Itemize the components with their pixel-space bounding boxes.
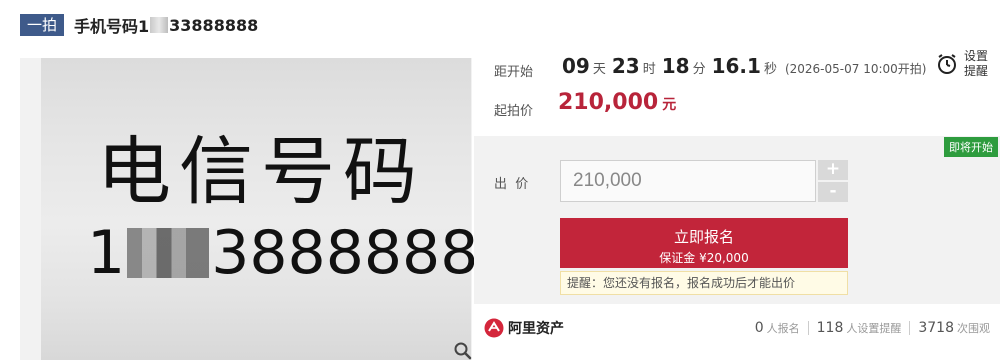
countdown-label: 距开始 [494, 65, 534, 80]
photo-text-line1: 电信号码 [97, 129, 425, 215]
product-photo[interactable]: 电信号码 1 3888888 [41, 58, 478, 360]
reminders-label: 人设置提醒 [846, 322, 902, 335]
stats-bar: 阿里资产 0 人报名 118 人设置提醒 3718 次围观 [474, 308, 1000, 348]
countdown-seconds-unit: 秒 [763, 62, 777, 77]
alarm-clock-icon [938, 54, 956, 74]
stats-divider [807, 321, 809, 335]
countdown-hours: 23 [611, 54, 640, 78]
register-now-button[interactable]: 立即报名 保证金 ¥20,000 [560, 218, 848, 268]
views-count: 3718 [918, 320, 954, 336]
countdown-seconds: 16.1 [711, 54, 761, 78]
countdown-hours-unit: 时 [642, 62, 656, 77]
bid-amount-input[interactable]: 210,000 [560, 160, 816, 202]
start-price: 210,000 元 [558, 90, 676, 115]
start-time-note: (2026-05-07 10:00开拍) [784, 62, 927, 76]
signups-count: 0 [754, 320, 764, 336]
bid-panel: 即将开始 出 价 210,000 + - 立即报名 保证金 ¥20,000 提醒… [474, 136, 1000, 304]
start-price-label: 起拍价 [494, 104, 534, 119]
countdown-minutes: 18 [661, 54, 690, 78]
signups-label: 人报名 [766, 322, 800, 335]
product-image-area[interactable]: 电信号码 1 3888888 [20, 58, 478, 360]
reminders-count: 118 [816, 320, 844, 336]
stats-divider [909, 321, 911, 335]
round-badge: 一拍 [20, 14, 65, 36]
deposit-label: 保证金 ¥20,000 [659, 251, 749, 265]
increase-bid-button[interactable]: + [818, 160, 848, 180]
registration-notice: 提醒：您还没有报名，报名成功后才能出价 [560, 271, 848, 295]
zoom-icon[interactable] [453, 341, 473, 360]
status-badge: 即将开始 [944, 137, 998, 157]
item-title: 手机号码1 33888888 [74, 13, 258, 37]
countdown-timer: 09 天 23 时 18 分 16.1 秒 (2026-05-07 10:00开… [562, 54, 926, 78]
item-header: 一拍 手机号码1 33888888 [20, 12, 258, 38]
auction-stats: 0 人报名 118 人设置提醒 3718 次围观 [755, 320, 990, 336]
decrease-bid-button[interactable]: - [818, 182, 848, 202]
pixelated-digits [127, 228, 210, 278]
bid-label: 出 价 [494, 177, 529, 192]
auction-panel: 距开始 09 天 23 时 18 分 16.1 秒 (2026-05-07 10… [474, 40, 1000, 360]
views-label: 次围观 [957, 322, 990, 335]
photo-number-prefix: 1 [87, 218, 126, 288]
set-reminder-button[interactable]: 设置提醒 [936, 44, 996, 84]
start-price-unit: 元 [662, 97, 677, 113]
photo-number-suffix: 3888888 [211, 218, 479, 288]
ali-assets-brand: 阿里资产 [508, 321, 564, 337]
item-title-prefix: 手机号码1 [74, 17, 150, 36]
ali-assets-logo-icon [484, 318, 504, 338]
countdown-days: 09 [562, 54, 590, 78]
start-price-value: 210,000 [558, 90, 659, 115]
redacted-digits [150, 17, 169, 33]
photo-text-line2: 1 3888888 [87, 218, 478, 288]
countdown-minutes-unit: 分 [692, 62, 706, 77]
set-reminder-label: 设置提醒 [964, 49, 989, 78]
countdown-days-unit: 天 [592, 62, 606, 77]
register-now-label: 立即报名 [673, 228, 734, 246]
item-title-suffix: 33888888 [169, 15, 259, 35]
